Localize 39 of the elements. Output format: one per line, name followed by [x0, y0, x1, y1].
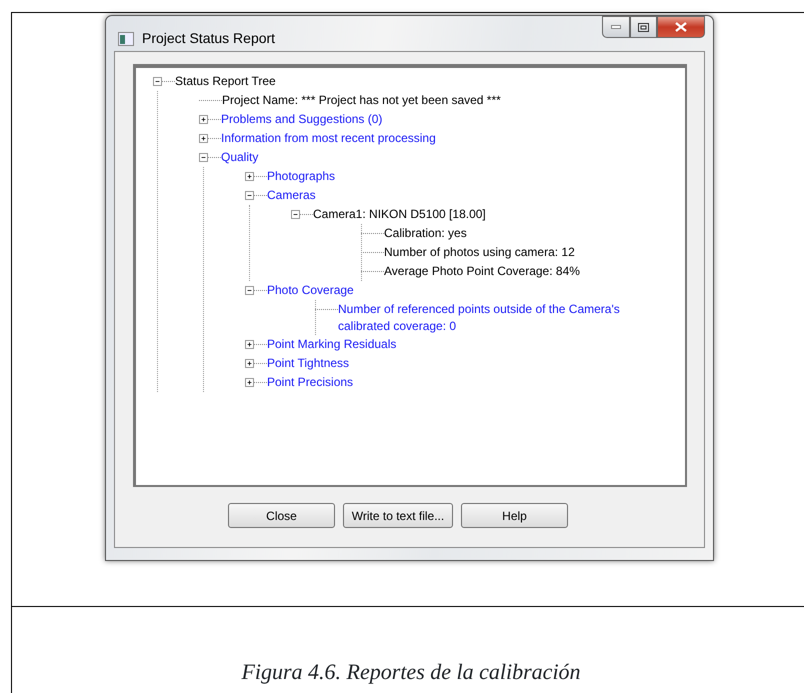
tree-node[interactable]: Problems and Suggestions (0): [221, 110, 382, 129]
expand-icon[interactable]: [245, 172, 254, 181]
collapse-icon[interactable]: [199, 153, 208, 162]
window-title: Project Status Report: [142, 29, 276, 48]
tree-node[interactable]: Point Tightness: [267, 354, 350, 373]
tree-node[interactable]: Point Marking Residuals: [267, 335, 396, 354]
collapse-icon[interactable]: [245, 191, 254, 200]
tree-node[interactable]: Calibration: yes: [384, 224, 467, 243]
dialog-button[interactable]: Help: [461, 503, 568, 528]
expand-icon[interactable]: [199, 134, 208, 143]
tree-node[interactable]: Photo Coverage: [267, 281, 354, 300]
maximize-button[interactable]: [630, 16, 657, 38]
minimize-button[interactable]: [602, 16, 630, 38]
tree-node[interactable]: Point Precisions: [267, 373, 354, 392]
collapse-icon[interactable]: [245, 286, 254, 295]
figure-caption: Figura 4.6. Reportes de la calibración: [240, 658, 582, 686]
expand-icon[interactable]: [245, 378, 254, 387]
tree-node[interactable]: Number of referenced points outside of the Camera's calibrated coverage: 0: [338, 300, 638, 335]
close-icon: [675, 22, 687, 32]
collapse-icon[interactable]: [291, 210, 300, 219]
expand-icon[interactable]: [245, 359, 254, 368]
tree-node[interactable]: Quality: [221, 148, 258, 167]
tree-node[interactable]: Cameras: [267, 186, 316, 205]
tree-node[interactable]: Number of photos using camera: 12: [384, 243, 575, 262]
tree-node[interactable]: Average Photo Point Coverage: 84%: [384, 262, 580, 281]
tree-node[interactable]: Camera1: NIKON D5100 [18.00]: [313, 205, 486, 224]
minimize-icon: [611, 25, 621, 29]
tree-node[interactable]: Information from most recent processing: [221, 129, 436, 148]
expand-icon[interactable]: [245, 340, 254, 349]
maximize-icon: [638, 22, 649, 32]
app-icon: [118, 32, 134, 46]
dialog-button[interactable]: Write to text file...: [343, 503, 453, 528]
expand-icon[interactable]: [199, 115, 208, 124]
tree-node[interactable]: Status Report Tree: [175, 72, 276, 91]
close-button[interactable]: [657, 16, 705, 38]
collapse-icon[interactable]: [153, 77, 162, 86]
tree-node[interactable]: Project Name: *** Project has not yet been saved ***: [222, 91, 501, 110]
tree-node[interactable]: Photographs: [267, 167, 336, 186]
dialog-button[interactable]: Close: [228, 503, 335, 528]
